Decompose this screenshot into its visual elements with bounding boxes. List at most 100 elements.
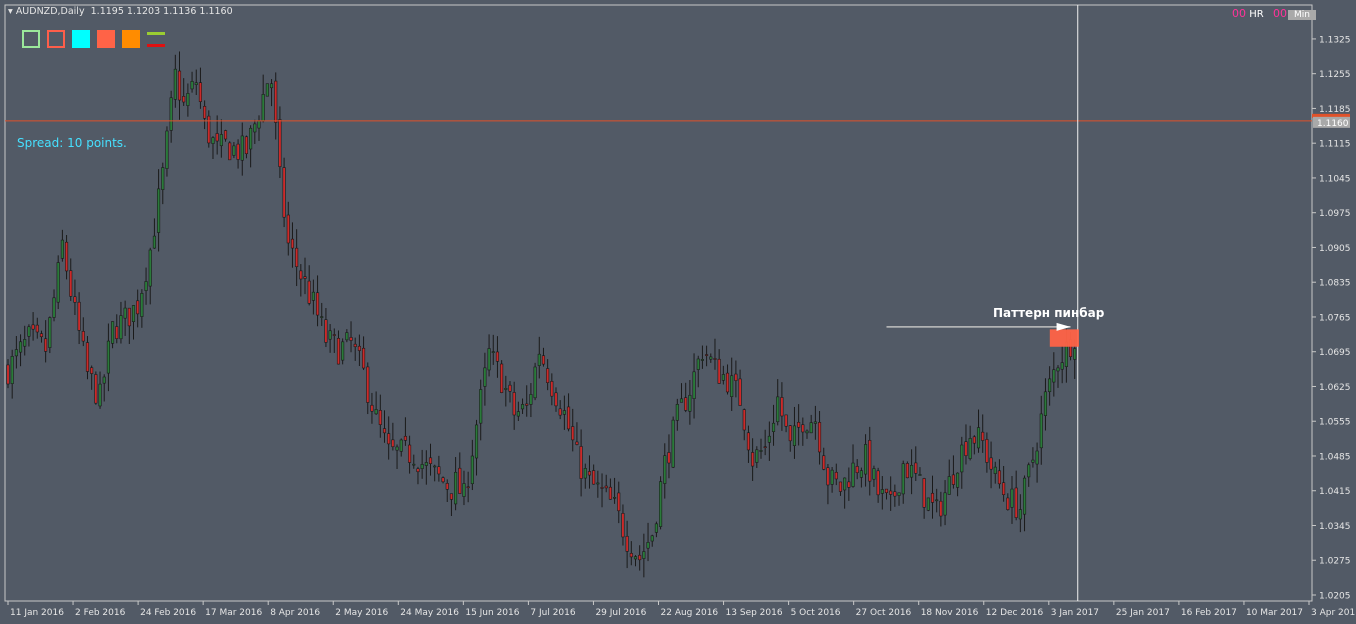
candle-body	[692, 371, 696, 399]
candle-body	[587, 471, 592, 476]
hr-button[interactable]: 00 HR	[1232, 7, 1264, 20]
dropdown-arrow-icon[interactable]: ▾	[8, 6, 13, 17]
candle-body	[943, 492, 947, 516]
price-chart[interactable]: 1.1325 1.1255 1.1185 1.1115 1.1045 1.0975 1.09…	[0, 0, 1356, 624]
candle-body	[307, 280, 311, 304]
y-tick-label: 1.0275	[1319, 557, 1351, 567]
y-tick-label: 1.0555	[1319, 418, 1351, 428]
pinbar-zone[interactable]	[1049, 329, 1079, 347]
candle-body	[629, 553, 633, 558]
candle-body	[537, 353, 541, 366]
candle-body	[1010, 488, 1014, 508]
candle-body	[412, 463, 416, 466]
candle-body	[10, 356, 14, 384]
y-tick-label: 1.0485	[1319, 452, 1351, 462]
candle-body	[813, 421, 817, 424]
empty-green-square[interactable]	[22, 30, 40, 48]
candle-body	[399, 439, 403, 452]
candle-body	[60, 239, 64, 259]
candle-body	[734, 373, 738, 381]
object-swatches	[22, 30, 165, 48]
candle-body	[889, 490, 893, 495]
y-tick-label: 1.0625	[1319, 383, 1351, 393]
candle-body	[617, 492, 621, 512]
candle-body	[56, 262, 60, 303]
candle-body	[809, 422, 813, 434]
candle-body	[14, 349, 18, 357]
candle-body	[859, 470, 863, 478]
candle-body	[696, 358, 700, 370]
candle-body	[487, 348, 491, 371]
candle-body	[897, 492, 901, 496]
candle-body	[797, 421, 801, 428]
candle-body	[336, 338, 341, 365]
candle-body	[742, 409, 746, 431]
candle-body	[755, 449, 759, 463]
candle-body	[470, 455, 474, 485]
cyan-square[interactable]	[72, 30, 90, 48]
candle-body	[144, 281, 148, 291]
candle-body	[265, 83, 269, 97]
candle-body	[215, 133, 219, 142]
candle-body	[646, 542, 650, 549]
orange-square[interactable]	[122, 30, 140, 48]
candle-body	[864, 444, 868, 475]
candle-body	[249, 127, 253, 150]
x-tick-label: 25 Jan 2017	[1116, 608, 1170, 618]
candle-body	[295, 247, 299, 267]
candle-body	[119, 315, 123, 340]
candle-body	[801, 424, 805, 433]
candle-body	[1027, 464, 1031, 478]
candle-body	[567, 406, 571, 430]
candle-body	[922, 478, 926, 508]
candle-body	[868, 439, 872, 482]
candle-body	[165, 130, 169, 169]
candle-body	[274, 80, 278, 123]
candle-body	[500, 363, 504, 393]
candle-body	[738, 378, 742, 406]
candle-body	[600, 487, 604, 489]
candle-body	[930, 492, 935, 503]
candle-body	[1043, 391, 1048, 416]
empty-red-square[interactable]	[47, 30, 65, 48]
candle-body	[671, 419, 675, 468]
x-tick-label: 2 Feb 2016	[75, 608, 126, 618]
candle-body	[27, 326, 31, 337]
candle-body	[1060, 362, 1064, 370]
candle-body	[721, 374, 725, 381]
candle-body	[997, 470, 1001, 485]
candle-body	[31, 324, 35, 330]
candle-body	[1052, 369, 1056, 383]
hr-button-icon: 00	[1232, 7, 1246, 20]
candle-body	[370, 404, 374, 412]
line-tool-icon[interactable]	[147, 30, 165, 48]
tomato-square[interactable]	[97, 30, 115, 48]
candle-body	[1022, 477, 1027, 515]
x-tick-label: 3 Apr 2017	[1311, 608, 1356, 618]
y-tick-label: 1.1255	[1319, 70, 1351, 80]
x-tick-label: 11 Jan 2016	[10, 608, 64, 618]
candle-body	[449, 493, 453, 500]
candle-body	[818, 422, 822, 453]
candle-body	[771, 422, 776, 432]
min-button-icon: 00	[1273, 7, 1287, 20]
candle-body	[1006, 497, 1010, 510]
candle-body	[834, 471, 838, 480]
candle-body	[976, 427, 981, 449]
candle-body	[194, 82, 198, 85]
candle-body	[136, 300, 140, 315]
candle-body	[483, 367, 487, 387]
candle-body	[1002, 482, 1006, 495]
y-tick-label: 1.0695	[1319, 348, 1351, 358]
candle-body	[968, 438, 972, 459]
candle-body	[910, 465, 914, 478]
candle-body	[311, 291, 315, 301]
candle-body	[98, 383, 102, 407]
candle-body	[679, 398, 684, 403]
candle-body	[244, 136, 249, 155]
min-button[interactable]: 00 Min	[1273, 7, 1316, 20]
candle-body	[579, 446, 583, 479]
candle-body	[838, 481, 843, 492]
candle-body	[541, 355, 546, 365]
candle-body	[416, 468, 420, 473]
